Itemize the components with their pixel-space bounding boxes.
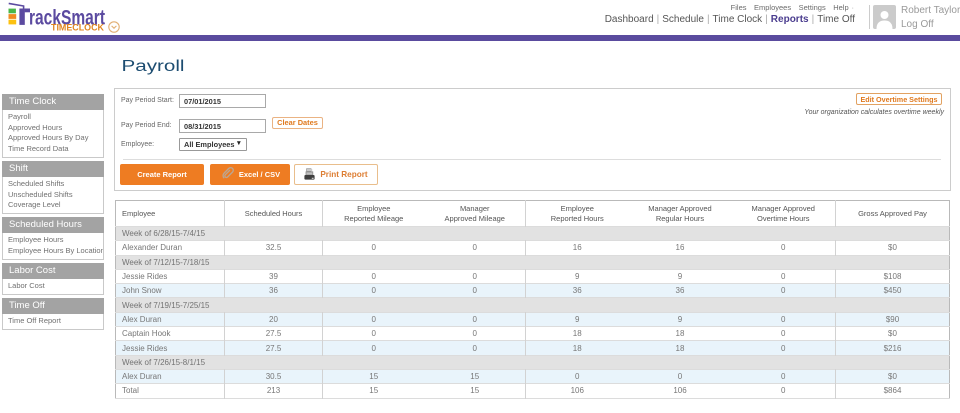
svg-text:TIMECLOCK: TIMECLOCK [51,23,104,33]
svg-text:Payroll: Payroll [122,58,185,75]
